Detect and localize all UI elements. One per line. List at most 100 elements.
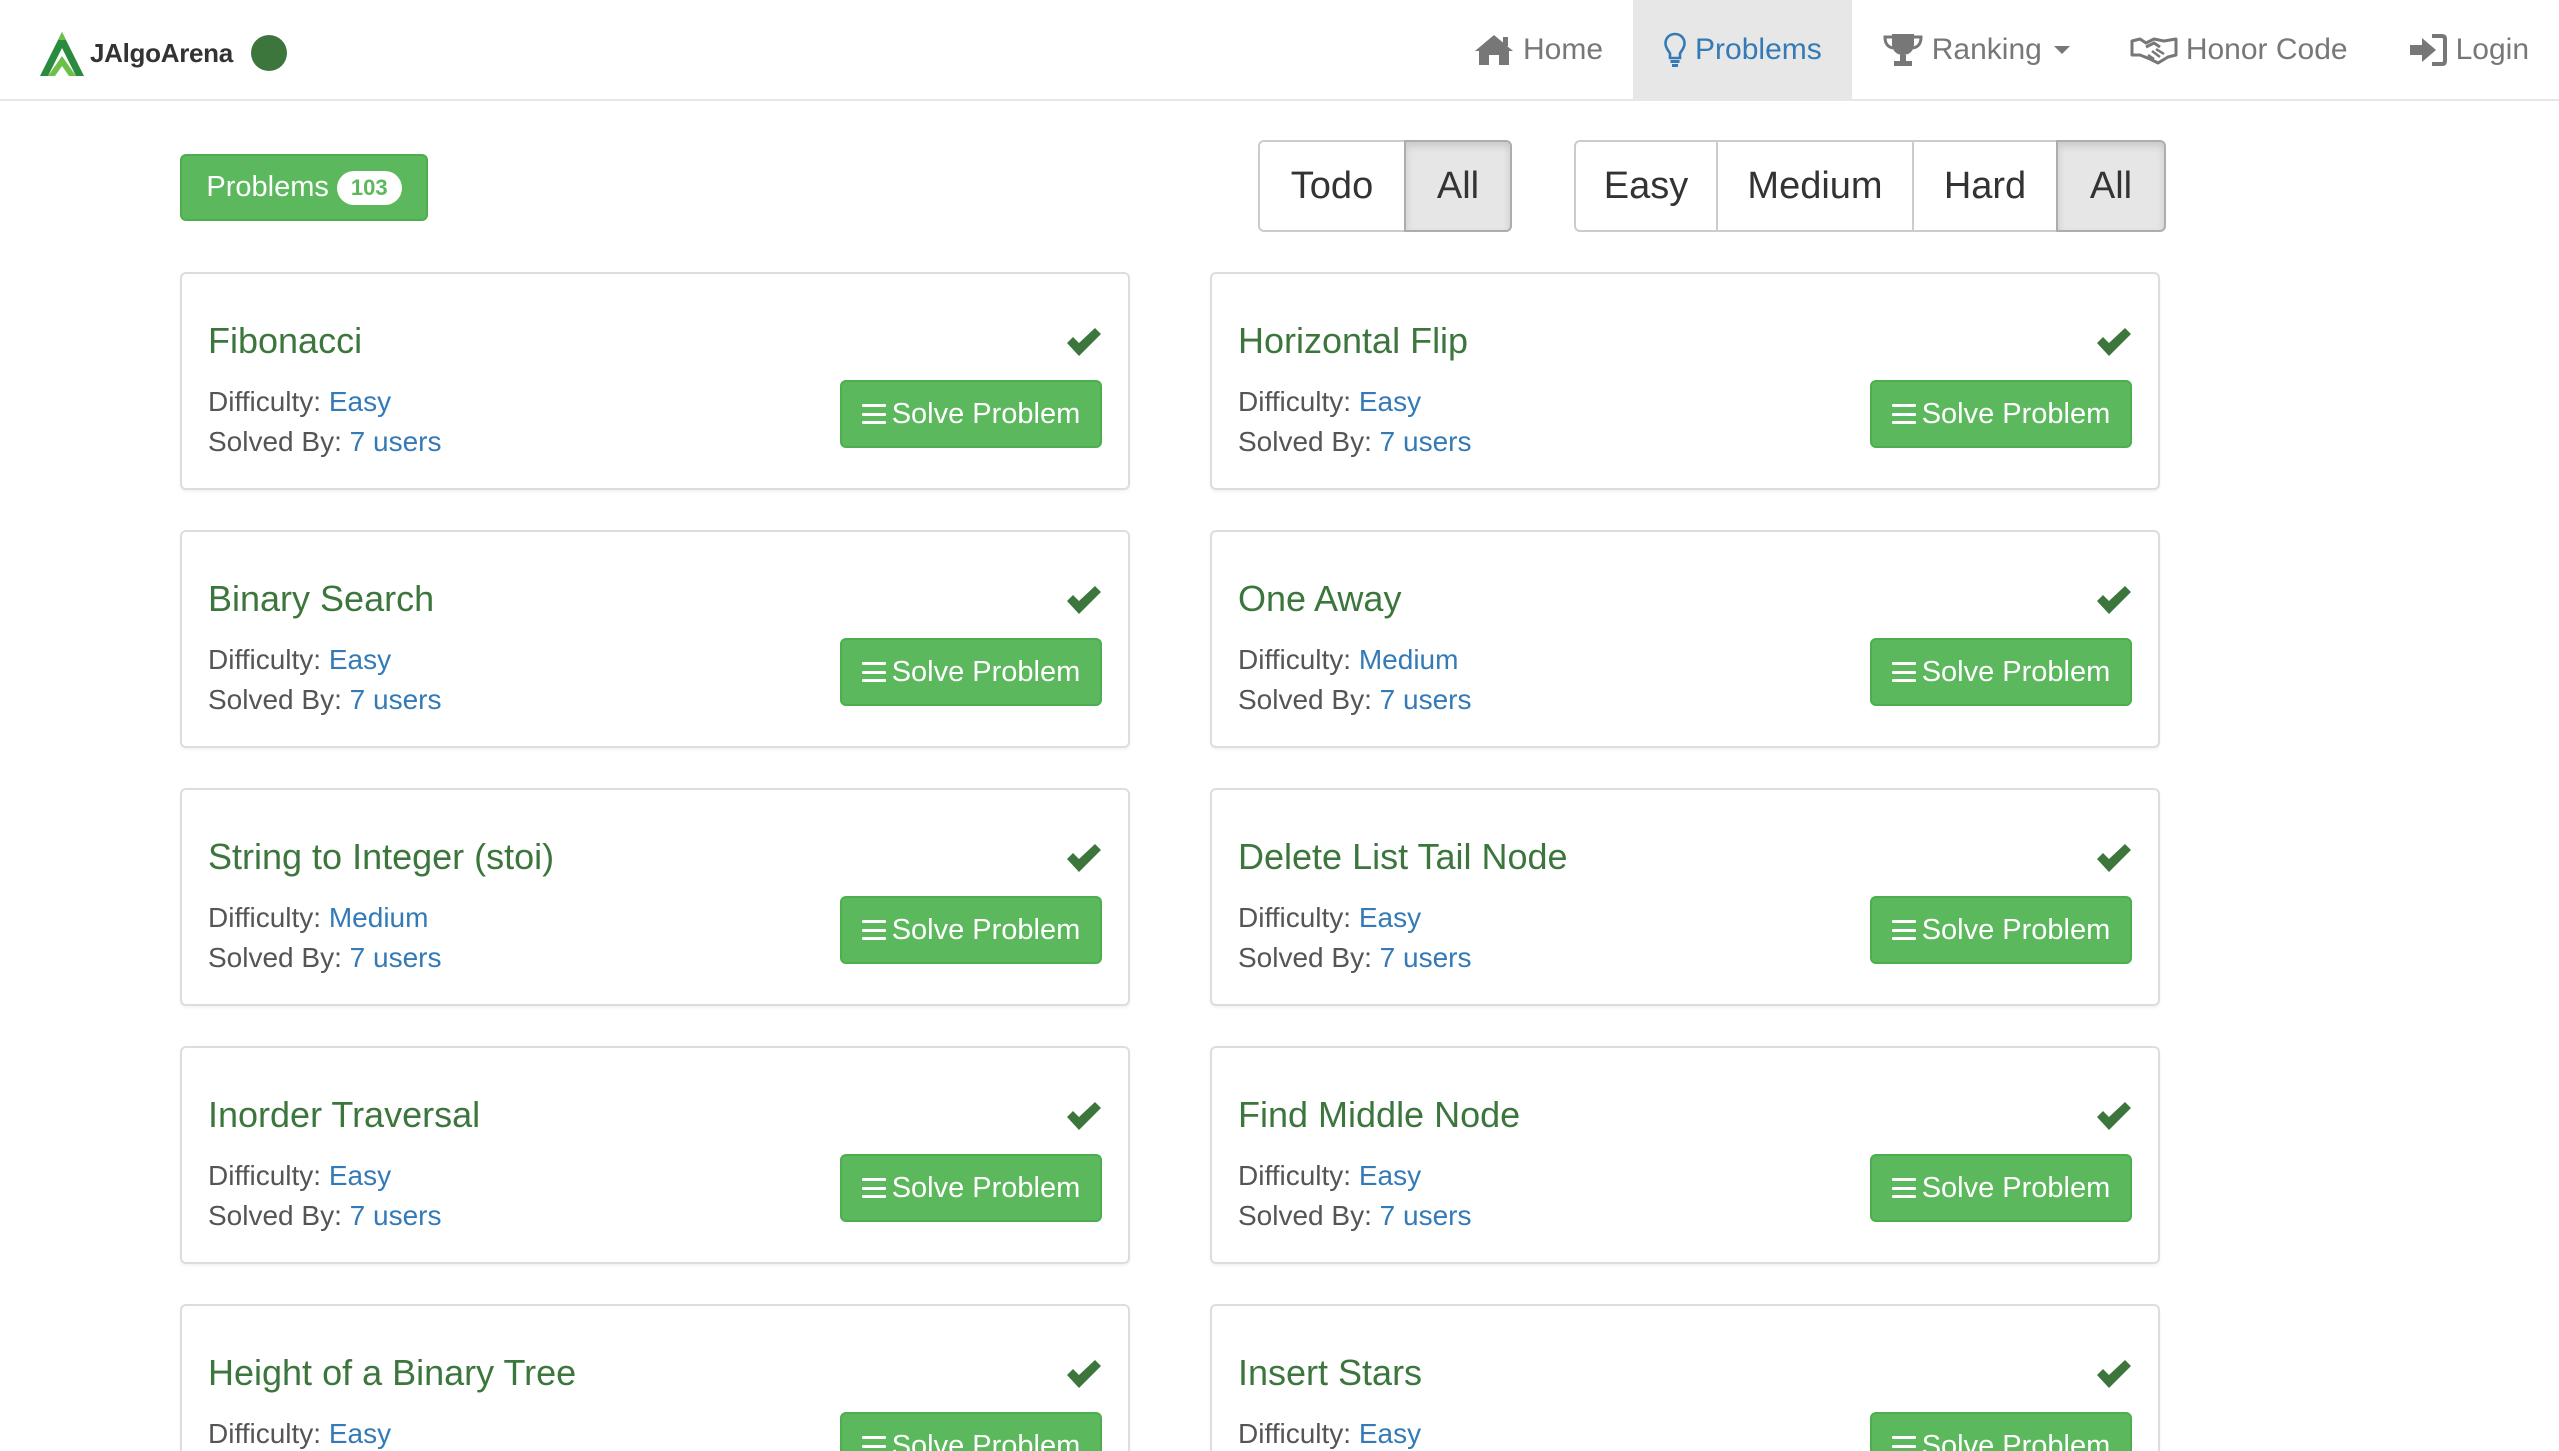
brand-name: JAlgoArena	[90, 37, 233, 68]
problems-count-badge: 103	[336, 170, 402, 205]
solve-problem-label: Solve Problem	[1921, 397, 2111, 430]
list-icon	[1891, 1178, 1916, 1198]
problem-solved-row: Solved By: 7 users	[1238, 1200, 1471, 1232]
solved-by-value[interactable]: 7 users	[1380, 684, 1472, 715]
problem-title[interactable]: Height of a Binary Tree	[208, 1352, 576, 1394]
solved-by-value[interactable]: 7 users	[350, 426, 442, 457]
problem-title[interactable]: Fibonacci	[208, 320, 362, 362]
filter-medium-button[interactable]: Medium	[1716, 140, 1914, 232]
problem-card: One Away Difficulty: Medium Solved By: 7…	[1210, 530, 2160, 748]
status-indicator	[250, 35, 287, 71]
home-icon	[1475, 35, 1513, 65]
list-icon	[861, 1178, 886, 1198]
problem-difficulty-row: Difficulty: Medium	[1238, 644, 1458, 676]
check-icon	[1067, 1360, 1101, 1388]
solved-by-label: Solved By:	[1238, 942, 1372, 973]
brand[interactable]: JAlgoArena	[36, 26, 287, 80]
solve-problem-button[interactable]: Solve Problem	[1870, 638, 2132, 706]
status-filter-group: Todo All	[1258, 140, 1512, 232]
difficulty-value: Easy	[1358, 902, 1422, 933]
check-icon	[2097, 1360, 2131, 1388]
problem-title[interactable]: Insert Stars	[1238, 1352, 1422, 1394]
solve-problem-button[interactable]: Solve Problem	[840, 896, 1102, 964]
nav-problems[interactable]: Problems	[1633, 0, 1852, 100]
difficulty-label: Difficulty:	[1238, 1418, 1352, 1449]
solve-problem-button[interactable]: Solve Problem	[1870, 1412, 2132, 1451]
problem-title[interactable]: Binary Search	[208, 578, 434, 620]
problem-title[interactable]: Horizontal Flip	[1238, 320, 1468, 362]
list-icon	[1891, 404, 1916, 424]
solved-by-label: Solved By:	[208, 1200, 342, 1231]
solve-problem-button[interactable]: Solve Problem	[840, 638, 1102, 706]
solve-problem-label: Solve Problem	[1921, 913, 2111, 946]
problem-card: String to Integer (stoi) Difficulty: Med…	[180, 788, 1130, 1006]
list-icon	[861, 920, 886, 940]
problem-title[interactable]: Inorder Traversal	[208, 1094, 480, 1136]
problem-title[interactable]: Delete List Tail Node	[1238, 836, 1568, 878]
problem-title[interactable]: String to Integer (stoi)	[208, 836, 554, 878]
solve-problem-button[interactable]: Solve Problem	[840, 1412, 1102, 1451]
problem-card: Fibonacci Difficulty: Easy Solved By: 7 …	[180, 272, 1130, 490]
brand-logo-icon	[40, 32, 84, 76]
solve-problem-button[interactable]: Solve Problem	[1870, 1154, 2132, 1222]
handshake-icon	[2130, 37, 2178, 65]
filter-todo-button[interactable]: Todo	[1258, 140, 1406, 232]
solve-problem-button[interactable]: Solve Problem	[840, 380, 1102, 448]
nav-ranking[interactable]: Ranking	[1852, 0, 2100, 100]
problem-difficulty-row: Difficulty: Easy	[1238, 386, 1421, 418]
problem-difficulty-row: Difficulty: Easy	[1238, 1418, 1421, 1450]
solved-by-value[interactable]: 7 users	[1380, 1200, 1472, 1231]
problem-card: Height of a Binary Tree Difficulty: Easy…	[180, 1304, 1130, 1451]
nav-login[interactable]: Login	[2378, 0, 2559, 100]
difficulty-filter-group: Easy Medium Hard All	[1574, 140, 2166, 232]
list-icon	[861, 662, 886, 682]
trophy-icon	[1883, 34, 1923, 66]
solve-problem-button[interactable]: Solve Problem	[1870, 380, 2132, 448]
problem-title[interactable]: Find Middle Node	[1238, 1094, 1520, 1136]
nav-home[interactable]: Home	[1443, 0, 1633, 100]
difficulty-value: Easy	[1358, 386, 1422, 417]
difficulty-label: Difficulty:	[1238, 386, 1352, 417]
filter-hard-button[interactable]: Hard	[1912, 140, 2058, 232]
list-icon	[1891, 1436, 1916, 1451]
filter-difficulty-all-button[interactable]: All	[2056, 140, 2166, 232]
check-icon	[2097, 1102, 2131, 1130]
problem-title[interactable]: One Away	[1238, 578, 1401, 620]
solved-by-label: Solved By:	[208, 684, 342, 715]
problem-card: Horizontal Flip Difficulty: Easy Solved …	[1210, 272, 2160, 490]
solved-by-label: Solved By:	[208, 426, 342, 457]
filter-easy-button[interactable]: Easy	[1574, 140, 1718, 232]
difficulty-value: Medium	[328, 902, 429, 933]
solve-problem-label: Solve Problem	[891, 913, 1081, 946]
difficulty-value: Medium	[1358, 644, 1459, 675]
check-icon	[1067, 844, 1101, 872]
list-icon	[1891, 920, 1916, 940]
solve-problem-label: Solve Problem	[891, 1429, 1081, 1451]
check-icon	[1067, 586, 1101, 614]
solved-by-value[interactable]: 7 users	[350, 684, 442, 715]
difficulty-label: Difficulty:	[208, 386, 322, 417]
problem-card: Inorder Traversal Difficulty: Easy Solve…	[180, 1046, 1130, 1264]
solve-problem-label: Solve Problem	[1921, 655, 2111, 688]
difficulty-label: Difficulty:	[208, 902, 322, 933]
problems-label: Problems	[206, 171, 329, 203]
problem-card: Delete List Tail Node Difficulty: Easy S…	[1210, 788, 2160, 1006]
problem-solved-row: Solved By: 7 users	[1238, 426, 1471, 458]
solved-by-label: Solved By:	[1238, 1200, 1372, 1231]
nav-problems-label: Problems	[1695, 33, 1822, 66]
solved-by-value[interactable]: 7 users	[1380, 426, 1472, 457]
solved-by-value[interactable]: 7 users	[1380, 942, 1472, 973]
problem-card: Find Middle Node Difficulty: Easy Solved…	[1210, 1046, 2160, 1264]
problem-difficulty-row: Difficulty: Easy	[208, 1418, 391, 1450]
nav-honor-code[interactable]: Honor Code	[2100, 0, 2378, 100]
problem-card: Insert Stars Difficulty: Easy Solved By:…	[1210, 1304, 2160, 1451]
problem-difficulty-row: Difficulty: Easy	[208, 386, 391, 418]
nav-home-label: Home	[1523, 33, 1604, 66]
solved-by-value[interactable]: 7 users	[350, 1200, 442, 1231]
difficulty-value: Easy	[1358, 1160, 1422, 1191]
problems-count-button[interactable]: Problems 103	[180, 154, 428, 221]
solve-problem-button[interactable]: Solve Problem	[1870, 896, 2132, 964]
filter-status-all-button[interactable]: All	[1404, 140, 1512, 232]
solve-problem-button[interactable]: Solve Problem	[840, 1154, 1102, 1222]
solved-by-value[interactable]: 7 users	[350, 942, 442, 973]
